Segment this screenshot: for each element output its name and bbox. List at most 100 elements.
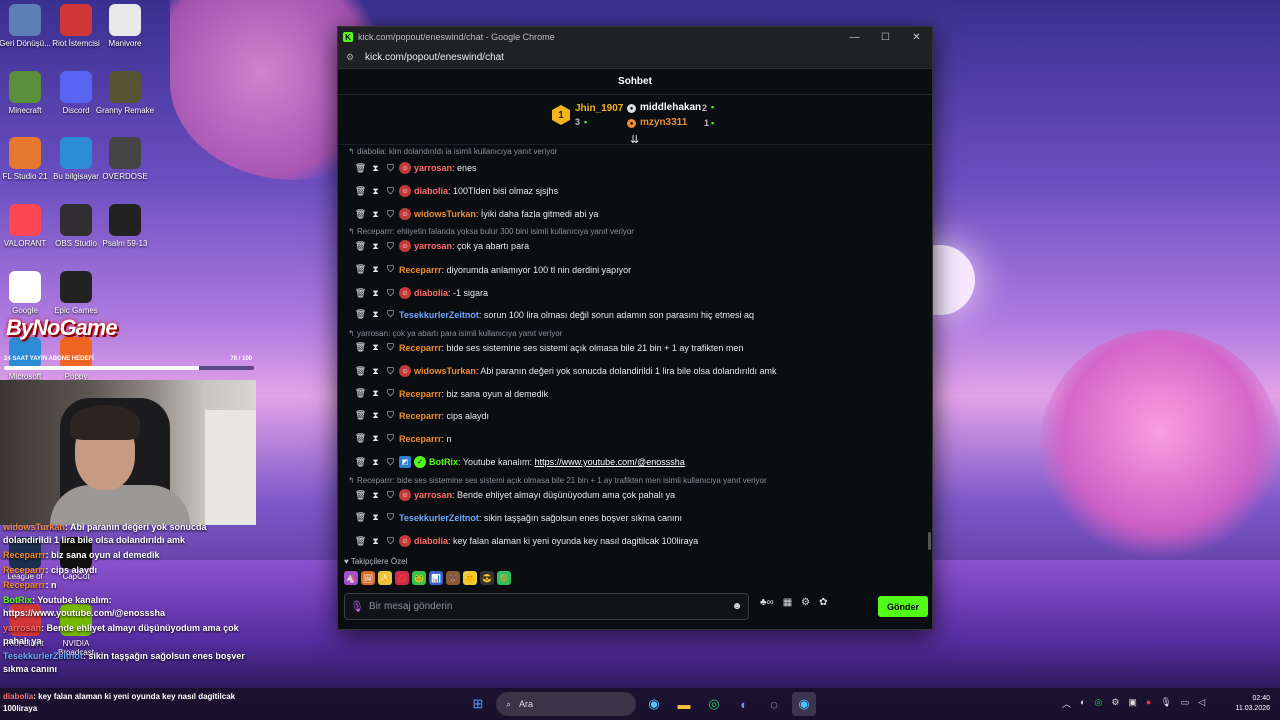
trash-icon[interactable]: 🗑 [354,241,367,252]
close-button[interactable]: ✕ [901,32,932,43]
tray-spotify-icon[interactable]: ◎ [1094,697,1102,710]
trash-icon[interactable]: 🗑 [354,536,367,547]
chat-username[interactable]: TesekkurlerZeitnot [399,513,479,523]
reply-context[interactable]: ↰ Receparrr: ehliyetin falanda yoksa bul… [348,227,634,236]
shield-icon[interactable]: ⛉ [384,264,397,275]
chat-username[interactable]: Receparrr [399,343,442,353]
timeout-icon[interactable]: ⧗ [369,433,382,444]
chat-username[interactable]: Receparrr [399,265,442,275]
chat-username[interactable]: Receparrr [399,411,442,421]
taskbar-clock[interactable]: 02:40 11.03.2026 [1228,694,1270,714]
tray-network-icon[interactable]: ▭ [1181,697,1190,710]
timeout-icon[interactable]: ⧗ [369,388,382,399]
emote-icon[interactable]: 🍌 [378,571,392,585]
chat-username[interactable]: Receparrr [399,389,442,399]
timeout-icon[interactable]: ⧗ [369,536,382,547]
kick-points-icon[interactable]: ✿ [819,597,827,608]
timeout-icon[interactable]: ⧗ [369,410,382,421]
trash-icon[interactable]: 🗑 [354,366,367,377]
trash-icon[interactable]: 🗑 [354,388,367,399]
minimize-button[interactable]: — [839,32,870,43]
timeout-icon[interactable]: ⧗ [369,512,382,523]
send-button[interactable]: Gönder [878,596,928,617]
desktop-shortcut[interactable]: Granny Remake [94,71,156,115]
maximize-button[interactable]: ☐ [870,32,901,43]
tray-steam-icon[interactable]: ⚙ [1111,697,1119,710]
collapse-arrow-icon[interactable]: ⇊ [630,133,639,146]
emote-icon[interactable]: 🐸 [412,571,426,585]
gifter-name-1[interactable]: Jhin_1907 [575,103,623,114]
obs-taskbar-icon[interactable]: ◌ [762,692,786,716]
chrome-active-icon[interactable]: ◉ [792,692,816,716]
tray-chevron-icon[interactable]: ︿ [1062,697,1071,710]
shield-icon[interactable]: ⛉ [384,388,397,399]
tray-volume-icon[interactable]: ◁ [1198,697,1205,710]
message-input[interactable] [369,601,726,612]
spotify-icon[interactable]: ◎ [702,692,726,716]
reply-context[interactable]: ↰ diabolia: kim dolandırıldı ia isimli k… [348,147,557,156]
chat-username[interactable]: diabolia [414,536,448,546]
timeout-icon[interactable]: ⧗ [369,288,382,299]
chrome-taskbar-icon[interactable]: ◉ [642,692,666,716]
chat-link[interactable]: https://www.youtube.com/@enosssha [535,457,685,467]
shield-icon[interactable]: ⛉ [384,163,397,174]
emote-icon[interactable]: 🟢 [497,571,511,585]
desktop-shortcut[interactable]: Manivore [94,4,156,48]
trash-icon[interactable]: 🗑 [354,209,367,220]
settings-gear-icon[interactable]: ⚙ [801,597,810,608]
tray-discord-icon[interactable]: ◐ [1080,697,1085,710]
trash-icon[interactable]: 🗑 [354,342,367,353]
start-windows-icon[interactable]: ⊞ [466,692,490,716]
desktop-shortcut[interactable]: Epic Games [45,271,107,315]
shield-icon[interactable]: ⛉ [384,366,397,377]
chat-username[interactable]: diabolia [414,288,448,298]
timeout-icon[interactable]: ⧗ [369,241,382,252]
site-info-icon[interactable]: ⚙ [346,52,356,63]
url-text[interactable]: kick.com/popout/eneswind/chat [365,52,504,63]
emote-icon[interactable]: 🐥 [463,571,477,585]
timeout-icon[interactable]: ⧗ [369,163,382,174]
trash-icon[interactable]: 🗑 [354,457,367,468]
timeout-icon[interactable]: ⧗ [369,490,382,501]
shield-icon[interactable]: ⛉ [384,288,397,299]
shield-icon[interactable]: ⛉ [384,512,397,523]
shield-icon[interactable]: ⛉ [384,433,397,444]
emote-icon[interactable]: 🦄 [344,571,358,585]
shield-icon[interactable]: ⛉ [384,457,397,468]
timeout-icon[interactable]: ⧗ [369,309,382,320]
shield-icon[interactable]: ⛉ [384,186,397,197]
trash-icon[interactable]: 🗑 [354,309,367,320]
shield-icon[interactable]: ⛉ [384,490,397,501]
emote-icon[interactable]: 🖼 [361,571,375,585]
chat-username[interactable]: widowsTurkan [414,209,476,219]
timeout-icon[interactable]: ⧗ [369,264,382,275]
reply-context[interactable]: ↰ Receparrr: bide ses sistemine ses sist… [348,476,767,485]
trash-icon[interactable]: 🗑 [354,410,367,421]
microphone-icon[interactable]: 🎙 [345,600,369,613]
address-bar[interactable]: ⚙ kick.com/popout/eneswind/chat [338,47,932,69]
timeout-icon[interactable]: ⧗ [369,366,382,377]
tray-record-icon[interactable]: ● [1146,697,1151,710]
shield-icon[interactable]: ⛉ [384,309,397,320]
trash-icon[interactable]: 🗑 [354,264,367,275]
timeout-icon[interactable]: ⧗ [369,209,382,220]
timeout-icon[interactable]: ⧗ [369,457,382,468]
trash-icon[interactable]: 🗑 [354,433,367,444]
chat-username[interactable]: BotRix [429,457,458,467]
trash-icon[interactable]: 🗑 [354,512,367,523]
shield-icon[interactable]: ⛉ [384,536,397,547]
chat-username[interactable]: widowsTurkan [414,366,476,376]
file-explorer-icon[interactable]: ▬ [672,692,696,716]
chat-username[interactable]: yarrosan [414,490,452,500]
emote-icon[interactable]: 😎 [480,571,494,585]
emote-icon[interactable]: 📊 [429,571,443,585]
timeout-icon[interactable]: ⧗ [369,186,382,197]
desktop-shortcut[interactable]: Psalm 59-13 [94,204,156,248]
tray-app-icon[interactable]: ▣ [1128,697,1137,710]
taskbar-search[interactable]: ⌕ Ara [496,692,636,716]
gift-sub-icon[interactable]: ♣∞ [760,597,774,608]
chat-username[interactable]: yarrosan [414,163,452,173]
tray-mic-icon[interactable]: 🎙 [1160,697,1171,710]
emote-icon[interactable]: 💋 [395,571,409,585]
reply-context[interactable]: ↰ yarrosan: çok ya abartı para isimli ku… [348,329,562,338]
